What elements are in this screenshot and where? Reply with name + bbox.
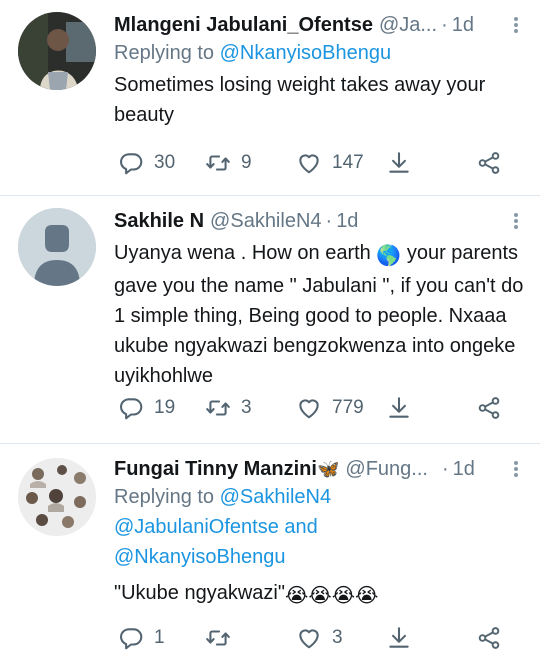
download-button[interactable] <box>386 394 412 422</box>
mention-link[interactable]: @NkanyisoBhengu <box>114 546 286 568</box>
retweet-icon <box>205 395 231 421</box>
replying-to-label: Replying to <box>114 486 215 508</box>
heart-icon <box>296 625 322 651</box>
tweet-actions: 19 3 779 <box>114 394 514 422</box>
retweet-button[interactable]: 3 <box>205 394 252 422</box>
share-icon <box>476 395 502 421</box>
mention-link[interactable]: @SakhileN4 <box>220 486 331 508</box>
reply-button[interactable]: 1 <box>118 624 165 652</box>
tweet-header: Fungai Tinny Manzini 🦋 @Fung... · 1d <box>114 456 526 482</box>
tweet-text-part: Uyanya wena . How on earth <box>114 242 371 264</box>
tweet-text: "Ukube ngyakwazi"😭😭😭😭 <box>114 578 526 611</box>
like-button[interactable]: 3 <box>296 624 343 652</box>
timestamp[interactable]: 1d <box>336 208 358 234</box>
reply-count: 1 <box>154 627 165 648</box>
tweet-1[interactable]: Mlangeni Jabulani_Ofentse @Ja... · 1d Re… <box>0 0 540 196</box>
avatar[interactable] <box>18 208 96 286</box>
separator-dot: · <box>325 210 333 232</box>
reply-button[interactable]: 19 <box>118 394 175 422</box>
avatar-collage-image <box>18 458 96 536</box>
display-name[interactable]: Fungai Tinny Manzini <box>114 456 317 482</box>
like-count: 779 <box>332 397 364 418</box>
replying-to-line: Replying to @NkanyisoBhengu <box>114 38 526 68</box>
avatar-photo-image <box>18 12 96 90</box>
download-arrow-icon <box>386 625 412 651</box>
heart-icon <box>296 395 322 421</box>
more-dots-icon[interactable] <box>514 14 520 36</box>
more-dots-icon[interactable] <box>514 210 520 232</box>
heart-icon <box>296 150 322 176</box>
display-name[interactable]: Mlangeni Jabulani_Ofentse <box>114 12 373 38</box>
crying-emoji: 😭😭😭😭 <box>284 585 379 607</box>
reply-icon <box>118 150 144 176</box>
more-dots-icon[interactable] <box>514 458 520 480</box>
display-name[interactable]: Sakhile N <box>114 208 204 234</box>
replying-to-label: Replying to <box>114 42 215 64</box>
reply-count: 19 <box>154 397 176 418</box>
tweet-3[interactable]: Fungai Tinny Manzini 🦋 @Fung... · 1d Rep… <box>0 444 540 669</box>
globe-emoji: 🌎 <box>376 245 402 267</box>
mention-and-label: and <box>284 516 318 538</box>
user-handle[interactable]: @SakhileN4 <box>210 208 321 234</box>
user-handle[interactable]: @Ja... <box>379 12 437 38</box>
retweet-button[interactable]: 9 <box>205 149 252 177</box>
reply-count: 30 <box>154 152 176 173</box>
mention-link[interactable]: @JabulaniOfentse <box>114 516 279 538</box>
tweet-2[interactable]: Sakhile N @SakhileN4 · 1d Uyanya wena . … <box>0 196 540 444</box>
retweet-icon <box>205 150 231 176</box>
avatar[interactable] <box>18 458 96 536</box>
mention-link[interactable]: @NkanyisoBhengu <box>220 42 392 64</box>
replying-to-line: Replying to @SakhileN4 @JabulaniOfentse … <box>114 482 526 572</box>
like-count: 147 <box>332 152 364 173</box>
avatar[interactable] <box>18 12 96 90</box>
reply-icon <box>118 625 144 651</box>
tweet-text: Uyanya wena . How on earth 🌎 your parent… <box>114 238 526 391</box>
download-arrow-icon <box>386 150 412 176</box>
share-icon <box>476 150 502 176</box>
timestamp[interactable]: 1d <box>452 12 474 38</box>
download-arrow-icon <box>386 395 412 421</box>
tweet-text-part: "Ukube ngyakwazi" <box>114 582 285 604</box>
user-handle[interactable]: @Fung... <box>345 456 428 482</box>
share-button[interactable] <box>476 149 502 177</box>
retweet-count: 3 <box>241 397 252 418</box>
separator-dot: · <box>441 458 449 480</box>
tweet-actions: 1 3 <box>114 624 514 652</box>
separator-dot: · <box>441 14 448 36</box>
tweet-text: Sometimes losing weight takes away your … <box>114 74 486 126</box>
retweet-count: 9 <box>241 152 252 173</box>
retweet-button[interactable] <box>205 624 241 652</box>
share-icon <box>476 625 502 651</box>
like-count: 3 <box>332 627 343 648</box>
reply-button[interactable]: 30 <box>118 149 175 177</box>
share-button[interactable] <box>476 624 502 652</box>
like-button[interactable]: 779 <box>296 394 364 422</box>
share-button[interactable] <box>476 394 502 422</box>
download-button[interactable] <box>386 149 412 177</box>
like-button[interactable]: 147 <box>296 149 364 177</box>
timestamp[interactable]: 1d <box>453 456 475 482</box>
reply-icon <box>118 395 144 421</box>
retweet-icon <box>205 625 231 651</box>
tweet-header: Sakhile N @SakhileN4 · 1d <box>114 208 526 234</box>
default-avatar-image <box>18 208 96 286</box>
tweet-header: Mlangeni Jabulani_Ofentse @Ja... · 1d <box>114 12 526 38</box>
butterfly-emoji: 🦋 <box>316 459 340 479</box>
tweet-actions: 30 9 147 <box>114 149 514 177</box>
download-button[interactable] <box>386 624 412 652</box>
